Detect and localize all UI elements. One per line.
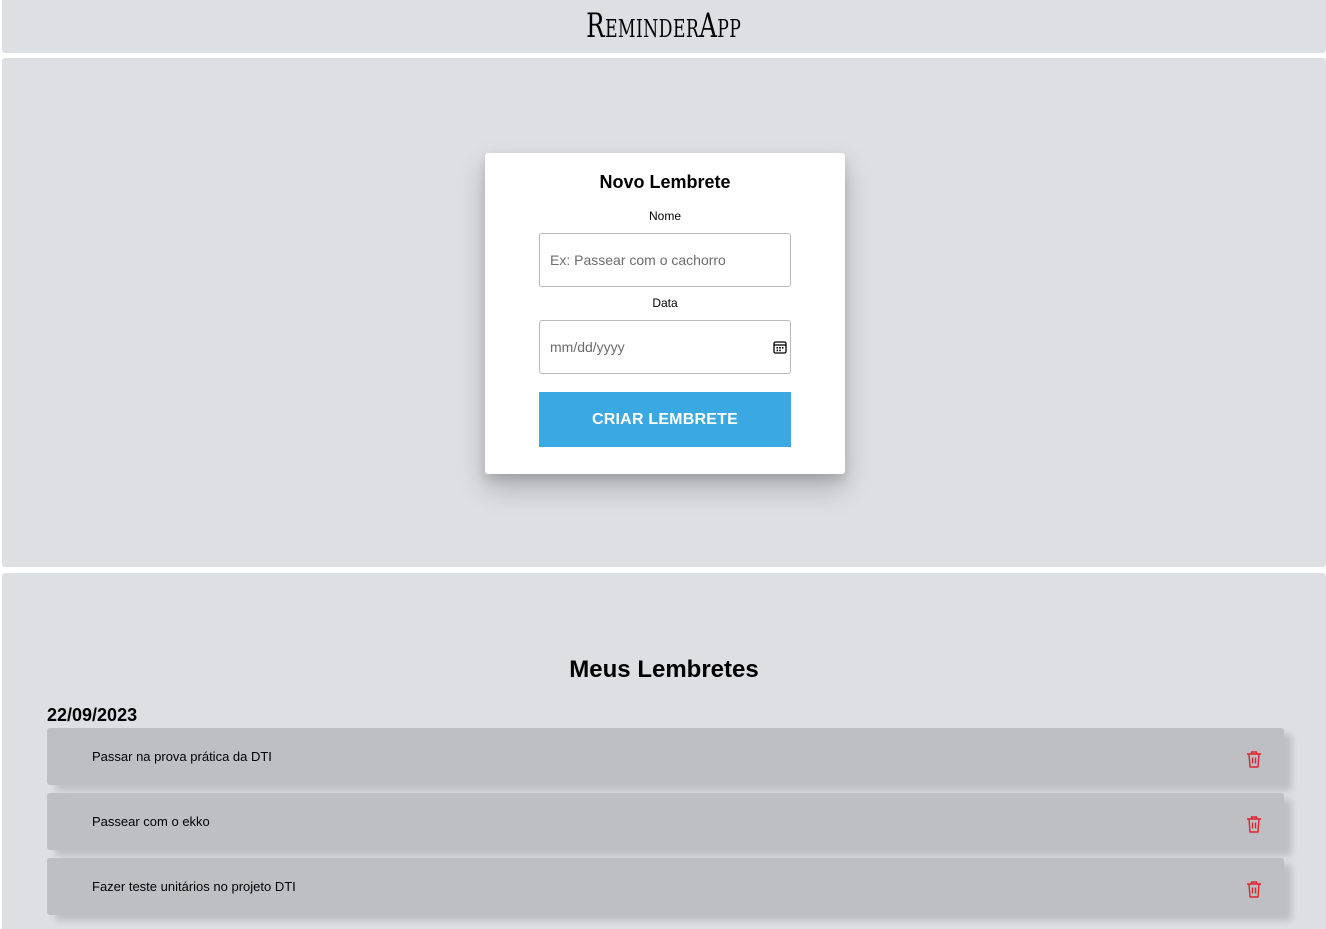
reminders-title: Meus Lembretes bbox=[569, 656, 759, 683]
list-item: Fazer teste unitários no projeto DTI bbox=[47, 858, 1284, 915]
reminder-text: Passar na prova prática da DTI bbox=[92, 749, 272, 764]
name-label: Nome bbox=[648, 209, 681, 223]
date-input[interactable]: mm/dd/yyyy bbox=[539, 320, 791, 374]
new-reminder-section: Novo Lembrete Nome Ex: Passear com o cac… bbox=[2, 58, 1326, 567]
date-label: Data bbox=[652, 296, 678, 310]
reminder-text: Fazer teste unitários no projeto DTI bbox=[92, 879, 296, 894]
reminder-text: Passear com o ekko bbox=[92, 814, 210, 829]
trash-icon[interactable] bbox=[1246, 750, 1262, 768]
date-group-heading: 22/09/2023 bbox=[47, 705, 138, 725]
new-reminder-card: Novo Lembrete Nome Ex: Passear com o cac… bbox=[485, 153, 845, 474]
calendar-icon[interactable] bbox=[773, 340, 787, 354]
app-logo: ReminderApp bbox=[586, 5, 742, 46]
list-item: Passear com o ekko bbox=[47, 793, 1284, 850]
form-title: Novo Lembrete bbox=[599, 172, 731, 192]
date-placeholder: mm/dd/yyyy bbox=[550, 339, 625, 355]
app-header: ReminderApp bbox=[2, 0, 1326, 53]
name-input[interactable]: Ex: Passear com o cachorro bbox=[539, 233, 791, 287]
list-item: Passar na prova prática da DTI bbox=[47, 728, 1284, 785]
create-reminder-button[interactable]: CRIAR LEMBRETE bbox=[539, 392, 791, 447]
trash-icon[interactable] bbox=[1246, 815, 1262, 833]
trash-icon[interactable] bbox=[1246, 880, 1262, 898]
my-reminders-section: Meus Lembretes 22/09/2023 Passar na prov… bbox=[2, 573, 1326, 929]
